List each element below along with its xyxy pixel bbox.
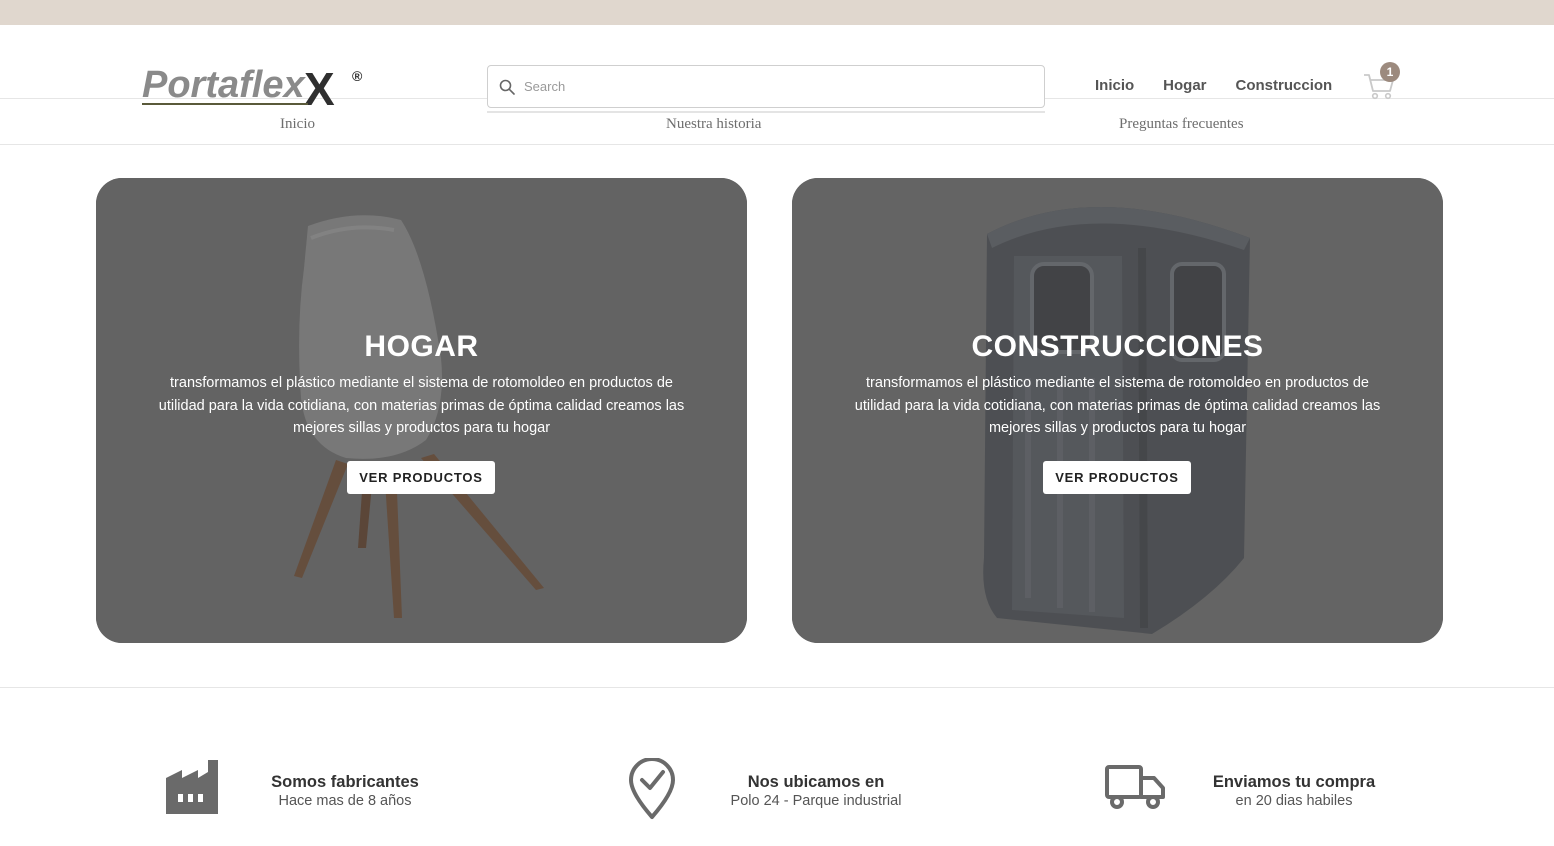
subnav-inicio[interactable]: Inicio bbox=[280, 116, 315, 133]
subnav-preguntas-frecuentes[interactable]: Preguntas frecuentes bbox=[1119, 116, 1244, 133]
secondary-nav: Inicio Nuestra historia Preguntas frecue… bbox=[0, 99, 1554, 145]
card-title-construcciones: CONSTRUCCIONES bbox=[971, 330, 1264, 363]
feature-title-envio: Enviamos tu compra bbox=[1212, 773, 1376, 791]
svg-text:®: ® bbox=[352, 68, 363, 84]
feature-subtitle-fabricantes: Hace mas de 8 años bbox=[278, 793, 412, 809]
card-hogar[interactable]: HOGAR transformamos el plástico mediante… bbox=[96, 178, 747, 643]
category-cards: HOGAR transformamos el plástico mediante… bbox=[0, 145, 1554, 688]
header-nav: Inicio Hogar Construccion bbox=[1095, 77, 1332, 94]
location-check-icon bbox=[629, 758, 675, 819]
feature-title-ubicacion: Nos ubicamos en bbox=[747, 773, 885, 791]
feature-subtitle-envio: en 20 dias habiles bbox=[1235, 793, 1353, 809]
cart-count-badge: 1 bbox=[1380, 62, 1400, 82]
truck-icon bbox=[1105, 765, 1165, 809]
feature-subtitle-ubicacion: Polo 24 - Parque industrial bbox=[730, 793, 902, 809]
factory-icon bbox=[166, 760, 218, 814]
feature-title-fabricantes: Somos fabricantes bbox=[271, 773, 419, 791]
card-description-construcciones: transformamos el plástico mediante el si… bbox=[854, 375, 1381, 436]
card-description-hogar: transformamos el plástico mediante el si… bbox=[158, 375, 685, 436]
subnav-nuestra-historia[interactable]: Nuestra historia bbox=[666, 116, 761, 133]
features-bar: Somos fabricantes Hace mas de 8 años Nos… bbox=[0, 688, 1554, 845]
header-nav-inicio[interactable]: Inicio bbox=[1095, 77, 1134, 94]
ver-productos-construcciones-button[interactable]: VER PRODUCTOS bbox=[1043, 461, 1191, 494]
top-strip bbox=[0, 0, 1554, 25]
header-nav-construccion[interactable]: Construccion bbox=[1236, 77, 1333, 94]
site-header: Portaflex X ® Inicio Hogar Construccion … bbox=[0, 25, 1554, 115]
header-nav-hogar[interactable]: Hogar bbox=[1163, 77, 1206, 94]
card-title-hogar: HOGAR bbox=[364, 330, 479, 363]
search-icon bbox=[499, 79, 515, 95]
ver-productos-hogar-button[interactable]: VER PRODUCTOS bbox=[347, 461, 495, 494]
card-construcciones[interactable]: CONSTRUCCIONES transformamos el plástico… bbox=[792, 178, 1443, 643]
